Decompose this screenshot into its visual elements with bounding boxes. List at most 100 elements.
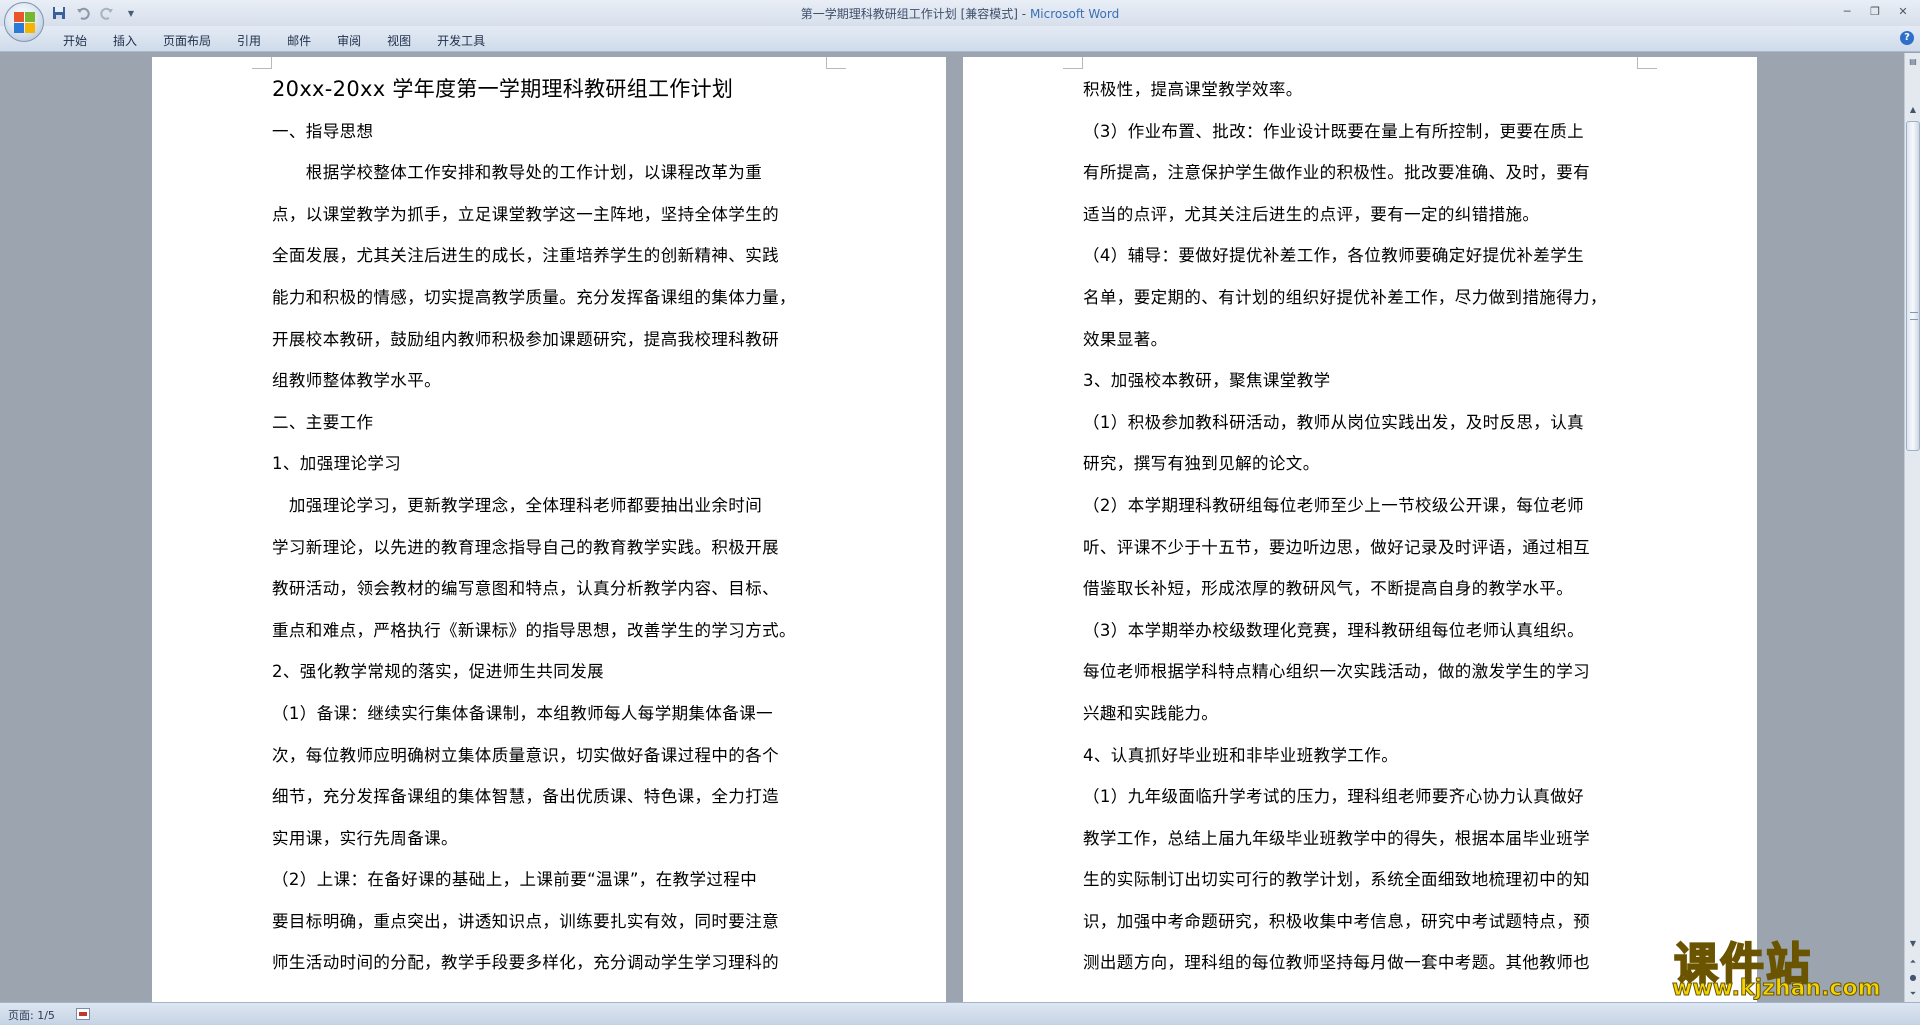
page-1-line[interactable]: 加强理论学习，更新教学理念，全体理科老师都要抽出业余时间 (272, 485, 828, 527)
page-2-line[interactable]: 4、认真抓好毕业班和非毕业班教学工作。 (1083, 735, 1639, 777)
status-bar: 页面: 1/5 (0, 1002, 1920, 1025)
title-separator: - (1017, 7, 1030, 21)
ruler-toggle-icon[interactable]: ▤ (1906, 55, 1920, 69)
office-button[interactable] (4, 2, 44, 42)
line-text: （2）上课：在备好课的基础上，上课前要“温课”，在教学过程中 (272, 870, 758, 890)
tab-home[interactable]: 开始 (50, 30, 100, 51)
line-text: 教学工作，总结上届九年级毕业班教学中的得失，根据本届毕业班学 (1083, 828, 1590, 848)
page-1-line[interactable]: 实用课，实行先周备课。 (272, 818, 828, 860)
page-2-line[interactable]: 适当的点评，尤其关注后进生的点评，要有一定的纠错措施。 (1083, 194, 1639, 236)
page-1-text[interactable]: 20xx-20xx 学年度第一学期理科教研组工作计划一、指导思想 根据学校整体工… (272, 69, 828, 984)
scrollbar-thumb[interactable] (1906, 121, 1920, 451)
line-text: （1）积极参加教科研活动，教师从岗位实践出发，及时反思，认真 (1083, 412, 1584, 432)
line-text: 测出题方向，理科组的每位教师坚持每月做一套中考题。其他教师也 (1083, 953, 1590, 973)
page-1-line[interactable]: 重点和难点，严格执行《新课标》的指导思想，改善学生的学习方式。 (272, 610, 828, 652)
page-2-line[interactable]: （1）九年级面临升学考试的压力，理科组老师要齐心协力认真做好 (1083, 776, 1639, 818)
page-1-line[interactable]: 要目标明确，重点突出，讲透知识点，训练要扎实有效，同时要注意 (272, 901, 828, 943)
page-2-text[interactable]: 积极性，提高课堂教学效率。 （3）作业布置、批改：作业设计既要在量上有所控制，更要… (1083, 69, 1639, 984)
tab-view[interactable]: 视图 (374, 30, 424, 51)
page-2-line[interactable]: 有所提高，注意保护学生做作业的积极性。批改要准确、及时，要有 (1083, 152, 1639, 194)
page-1-line[interactable]: （1）备课：继续实行集体备课制，本组教师每人每学期集体备课一 (272, 693, 828, 735)
page-1-line[interactable]: 根据学校整体工作安排和教导处的工作计划，以课程改革为重 (272, 152, 828, 194)
line-text: 积极性，提高课堂教学效率。 (1083, 80, 1303, 99)
line-text: 兴趣和实践能力。 (1083, 703, 1219, 723)
page-1-line[interactable]: 一、指导思想 (272, 111, 828, 153)
vertical-scrollbar[interactable]: ▤ ▲ ▼ ⏶ ● ⏷ (1904, 53, 1920, 1002)
page-2-line[interactable]: （3）作业布置、批改：作业设计既要在量上有所控制，更要在质上 (1083, 111, 1639, 153)
tab-references[interactable]: 引用 (224, 30, 274, 51)
page-1-line[interactable]: （2）上课：在备好课的基础上，上课前要“温课”，在教学过程中 (272, 859, 828, 901)
tab-review[interactable]: 审阅 (324, 30, 374, 51)
page-2-line[interactable]: 兴趣和实践能力。 (1083, 693, 1639, 735)
page-1-line[interactable]: 学习新理论，以先进的教育理念指导自己的教育教学实践。积极开展 (272, 527, 828, 569)
page-1-line[interactable]: 二、主要工作 (272, 402, 828, 444)
ribbon-tabs: 开始 插入 页面布局 引用 邮件 审阅 视图 开发工具 (50, 30, 498, 51)
line-text: 20xx-20xx 学年度第一学期理科教研组工作计划 (272, 77, 734, 101)
page-1-line[interactable]: 组教师整体教学水平。 (272, 360, 828, 402)
page-count[interactable]: 页面: 1/5 (8, 1007, 55, 1023)
ribbon-tab-bar: 开始 插入 页面布局 引用 邮件 审阅 视图 开发工具 ? (0, 26, 1920, 52)
page-2-line[interactable]: 效果显著。 (1083, 319, 1639, 361)
page-2-line[interactable]: 3、加强校本教研，聚焦课堂教学 (1083, 360, 1639, 402)
page-1-line[interactable]: 开展校本教研，鼓励组内教师积极参加课题研究，提高我校理科教研 (272, 319, 828, 361)
page-1[interactable]: 20xx-20xx 学年度第一学期理科教研组工作计划一、指导思想 根据学校整体工… (152, 57, 946, 1002)
page-2-line[interactable]: （4）辅导：要做好提优补差工作，各位教师要确定好提优补差学生 (1083, 235, 1639, 277)
line-text: 加强理论学习，更新教学理念，全体理科老师都要抽出业余时间 (272, 495, 763, 515)
page-1-line[interactable]: 2、强化教学常规的落实，促进师生共同发展 (272, 651, 828, 693)
page-2-line[interactable]: 研究，撰写有独到见解的论文。 (1083, 443, 1639, 485)
line-text: 开展校本教研，鼓励组内教师积极参加课题研究，提高我校理科教研 (272, 329, 779, 349)
scroll-down-icon[interactable]: ▼ (1906, 937, 1920, 951)
document-workspace[interactable]: 20xx-20xx 学年度第一学期理科教研组工作计划一、指导思想 根据学校整体工… (0, 53, 1904, 1002)
help-icon[interactable]: ? (1900, 31, 1914, 45)
macro-record-icon[interactable] (76, 1008, 90, 1020)
restore-icon[interactable]: ❐ (1862, 2, 1888, 20)
close-icon[interactable]: ✕ (1890, 2, 1916, 20)
line-text: 借鉴取长补短，形成浓厚的教研风气，不断提高自身的教学水平。 (1083, 579, 1574, 599)
document-title: 第一学期理科教研组工作计划 [兼容模式] (800, 7, 1018, 21)
line-text: 有所提高，注意保护学生做作业的积极性。批改要准确、及时，要有 (1083, 163, 1590, 183)
line-text: 生的实际制订出切实可行的教学计划，系统全面细致地梳理初中的知 (1083, 870, 1590, 890)
page-2-line[interactable]: 识，加强中考命题研究，积极收集中考信息，研究中考试题特点，预 (1083, 901, 1639, 943)
page-2-line[interactable]: 生的实际制订出切实可行的教学计划，系统全面细致地梳理初中的知 (1083, 859, 1639, 901)
page-1-line[interactable]: 点，以课堂教学为抓手，立足课堂教学这一主阵地，坚持全体学生的 (272, 194, 828, 236)
line-text: 要目标明确，重点突出，讲透知识点，训练要扎实有效，同时要注意 (272, 911, 779, 931)
tab-page-layout[interactable]: 页面布局 (150, 30, 224, 51)
crop-mark (1063, 57, 1083, 69)
line-text: 点，以课堂教学为抓手，立足课堂教学这一主阵地，坚持全体学生的 (272, 204, 779, 224)
tab-mailings[interactable]: 邮件 (274, 30, 324, 51)
page-2-line[interactable]: 教学工作，总结上届九年级毕业班教学中的得失，根据本届毕业班学 (1083, 818, 1639, 860)
next-page-icon[interactable]: ⏷ (1906, 987, 1920, 1001)
page-2-line[interactable]: 积极性，提高课堂教学效率。 (1083, 69, 1639, 111)
crop-mark (826, 57, 846, 69)
page-1-line[interactable]: 全面发展，尤其关注后进生的成长，注重培养学生的创新精神、实践 (272, 235, 828, 277)
page-1-line[interactable]: 师生活动时间的分配，教学手段要多样化，充分调动学生学习理科的 (272, 942, 828, 984)
page-2[interactable]: 积极性，提高课堂教学效率。 （3）作业布置、批改：作业设计既要在量上有所控制，更要… (963, 57, 1757, 1002)
app-name: Microsoft Word (1029, 7, 1120, 21)
page-2-line[interactable]: （3）本学期举办校级数理化竞赛，理科教研组每位老师认真组织。 (1083, 610, 1639, 652)
tab-insert[interactable]: 插入 (100, 30, 150, 51)
page-2-line[interactable]: （1）积极参加教科研活动，教师从岗位实践出发，及时反思，认真 (1083, 402, 1639, 444)
page-1-line[interactable]: 细节，充分发挥备课组的集体智慧，备出优质课、特色课，全力打造 (272, 776, 828, 818)
line-text: 实用课，实行先周备课。 (272, 828, 458, 848)
page-2-line[interactable]: 测出题方向，理科组的每位教师坚持每月做一套中考题。其他教师也 (1083, 942, 1639, 984)
minimize-icon[interactable]: ─ (1834, 2, 1860, 20)
previous-page-icon[interactable]: ⏶ (1906, 955, 1920, 969)
select-browse-object-icon[interactable]: ● (1906, 971, 1920, 985)
page-2-line[interactable]: 借鉴取长补短，形成浓厚的教研风气，不断提高自身的教学水平。 (1083, 568, 1639, 610)
tab-developer[interactable]: 开发工具 (424, 30, 498, 51)
page-2-line[interactable]: （2）本学期理科教研组每位老师至少上一节校级公开课，每位老师 (1083, 485, 1639, 527)
window-controls: ─ ❐ ✕ (1834, 2, 1916, 20)
page-2-line[interactable]: 每位老师根据学科特点精心组织一次实践活动，做的激发学生的学习 (1083, 651, 1639, 693)
page-1-line[interactable]: 能力和积极的情感，切实提高教学质量。充分发挥备课组的集体力量， (272, 277, 828, 319)
line-text: 二、主要工作 (272, 412, 374, 432)
page-1-line[interactable]: 20xx-20xx 学年度第一学期理科教研组工作计划 (272, 69, 828, 111)
page-1-line[interactable]: 次，每位教师应明确树立集体质量意识，切实做好备课过程中的各个 (272, 735, 828, 777)
page-2-line[interactable]: 名单，要定期的、有计划的组织好提优补差工作，尽力做到措施得力， (1083, 277, 1639, 319)
page-1-line[interactable]: 1、加强理论学习 (272, 443, 828, 485)
line-text: 2、强化教学常规的落实，促进师生共同发展 (272, 662, 604, 682)
scroll-up-icon[interactable]: ▲ (1906, 103, 1920, 117)
line-text: （1）九年级面临升学考试的压力，理科组老师要齐心协力认真做好 (1083, 787, 1584, 807)
site-watermark-logo: 课件站 www.kjzhan.com (1668, 928, 1908, 1002)
page-2-line[interactable]: 听、评课不少于十五节，要边听边思，做好记录及时评语，通过相互 (1083, 527, 1639, 569)
page-1-line[interactable]: 教研活动，领会教材的编写意图和特点，认真分析教学内容、目标、 (272, 568, 828, 610)
